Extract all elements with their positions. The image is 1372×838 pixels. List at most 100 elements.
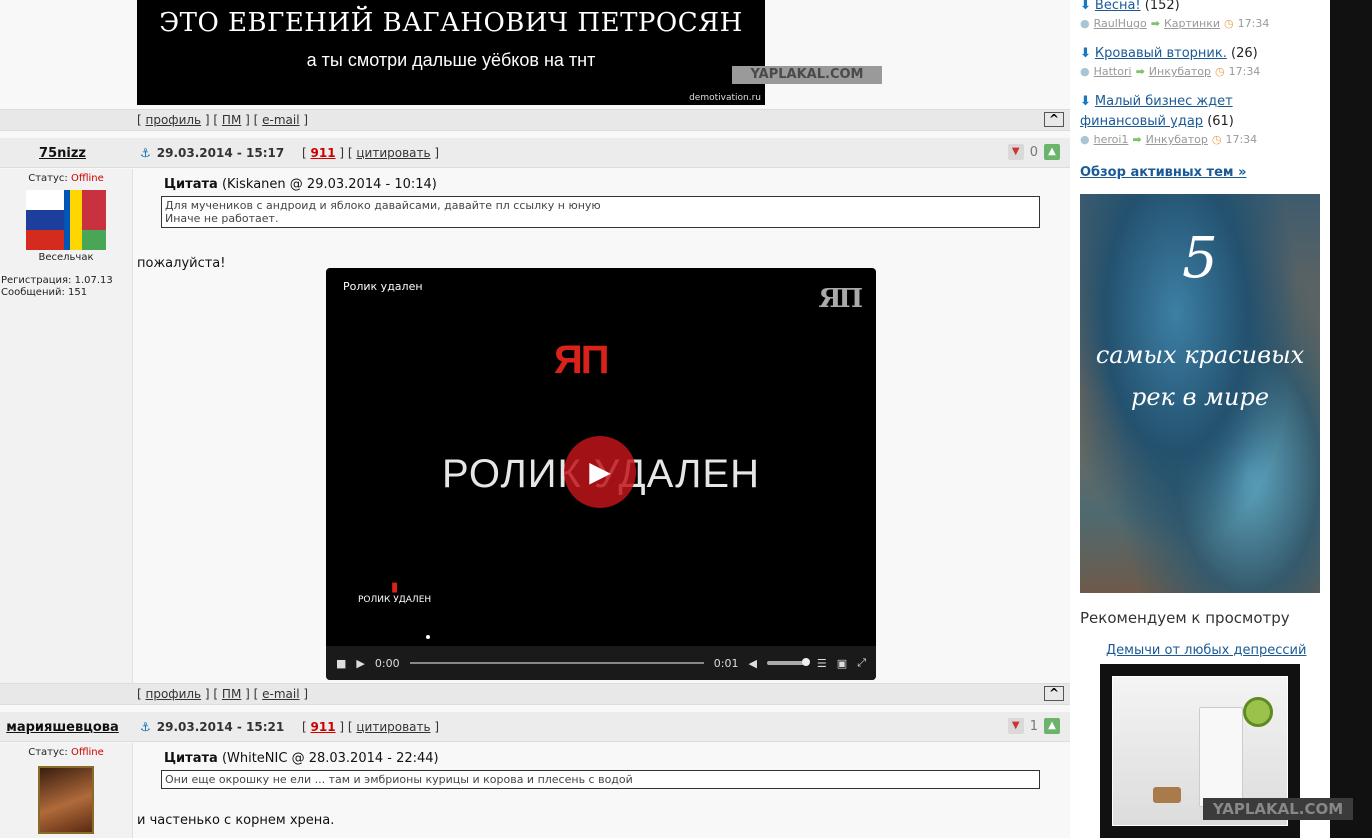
topic-section[interactable]: Инкубатор [1149,65,1211,78]
arrow-right-icon: ➡ [1150,17,1160,30]
quote-source: (WhiteNIC @ 28.03.2014 - 22:44) [221,751,439,766]
status-label: Статус: [28,747,68,758]
page-watermark: YAPLAKAL.COM [1203,798,1353,820]
topic-section[interactable]: Картинки [1164,17,1220,30]
clock-icon: ◷ [1211,133,1222,146]
vote-count: 1 [1029,718,1038,734]
topic-user[interactable]: heroi1 [1094,133,1129,146]
post-text: и частенько с корнем хрена. [137,813,335,828]
email-link[interactable]: e-mail [262,113,299,127]
clock-icon: ◷ [1215,65,1225,78]
topic-meta: ● heroi1 ➡ Инкубатор ◷ 17:34 [1080,133,1257,146]
video-player[interactable]: Ролик удален ЯП ЯП РОЛИК УДАЛЕН ▶ ▮ РОЛИ… [326,268,876,680]
volume-slider[interactable] [766,658,810,666]
post-header: марияшевцова ⚓ 29.03.2014 - 15:21 [ 911 ]… [0,712,1070,742]
stop-icon[interactable]: ■ [336,657,346,670]
time-total: 0:01 [713,656,739,670]
post-rating[interactable]: 911 [311,720,336,734]
thumb-down-icon[interactable]: ▼ [1007,144,1024,160]
quote-button[interactable]: цитировать [356,720,430,734]
demotivator-title: ЭТО ЕВГЕНИЙ ВАГАНОВИЧ ПЕТРОСЯН [159,8,743,38]
small-logo: ▮ РОЛИК УДАЛЕН [358,580,431,605]
author-nick[interactable]: 75nizz [0,146,125,161]
bread-piece [1153,787,1181,803]
active-topic: ⬇ Кровавый вторник. (26) [1080,44,1320,64]
post-date: 29.03.2014 - 15:21 [156,720,285,734]
quote-header: Цитата (WhiteNIC @ 28.03.2014 - 22:44) [164,751,1057,766]
post-footer-links: [ профиль ] [ ПМ ] [ e-mail ] [137,687,309,701]
banner-number: 5 [1182,226,1218,291]
post-body: Цитата (WhiteNIC @ 28.03.2014 - 22:44) О… [137,751,1057,828]
topic-user[interactable]: RaulHugo [1094,17,1147,30]
scroll-top-button[interactable]: ^ [1044,686,1064,701]
small-logo-caption: РОЛИК УДАЛЕН [358,595,432,605]
anchor-icon[interactable]: ⚓ [140,146,151,160]
small-logo-icon: ▮ [391,580,399,595]
user-registration: Регистрация: 1.07.13 Сообщений: 151 [0,275,132,299]
cucumber-slice [1243,697,1273,727]
vote-block: ▼ 0 ▲ [1007,144,1060,160]
pm-link[interactable]: ПМ [222,113,241,127]
play-button-icon[interactable]: ▶ [356,657,364,670]
quote-box: Для мучеников с андроид и яблоко давайса… [161,196,1040,228]
topic-count: (152) [1144,0,1180,13]
avatar[interactable] [38,766,94,834]
topic-time: 17:34 [1237,17,1270,30]
topic-title[interactable]: Весна! [1095,0,1141,13]
topic-section[interactable]: Инкубатор [1146,133,1208,146]
recommend-link[interactable]: Демычи от любых депрессий [1106,643,1306,658]
topic-user[interactable]: Hattori [1094,65,1132,78]
active-topic: ⬇ Весна! (152) [1080,0,1320,16]
time-current: 0:00 [374,656,400,670]
arrow-right-icon: ➡ [1132,133,1142,146]
thumb-up-icon[interactable]: ▲ [1044,144,1060,160]
play-icon[interactable]: ▶ [564,436,636,508]
settings-icon[interactable]: ▣ [837,657,847,670]
anchor-icon[interactable]: ⚓ [140,720,151,734]
email-link[interactable]: e-mail [262,687,299,701]
thumb-down-icon[interactable]: ▼ [1007,718,1024,734]
profile-link[interactable]: профиль [146,687,202,701]
forum-content: ЭТО ЕВГЕНИЙ ВАГАНОВИЧ ПЕТРОСЯН а ты смот… [0,0,1070,838]
quote-button[interactable]: цитировать [356,146,430,160]
post-footer-bar: [ профиль ] [ ПМ ] [ e-mail ] ^ [0,109,1070,131]
watermark: YAPLAKAL.COM [732,66,882,84]
user-info-column: Статус: Offline Весельчак Регистрация: 1… [0,169,133,684]
corner-logo: ЯП [818,284,864,314]
post-footer-bar: [ профиль ] [ ПМ ] [ e-mail ] ^ [0,683,1070,705]
registration-date: Регистрация: 1.07.13 [1,275,113,286]
avatar[interactable] [26,190,106,250]
profile-link[interactable]: профиль [146,113,202,127]
vote-block: ▼ 1 ▲ [1007,718,1060,734]
fullscreen-icon[interactable]: ⤢ [857,656,866,670]
arrow-down-icon: ⬇ [1080,94,1091,109]
thumb-up-icon[interactable]: ▲ [1044,718,1060,734]
user-info-column: Статус: Offline [0,743,133,838]
post-actions: [ 911 ] [ цитировать ] [302,720,440,734]
volume-icon[interactable]: ◀ [748,657,756,670]
scroll-top-button[interactable]: ^ [1044,112,1064,127]
author-nick[interactable]: марияшевцова [0,720,125,735]
playlist-icon[interactable]: ☰ [817,657,827,670]
milk-glass [1199,707,1243,807]
video-controls: ■ ▶ 0:00 0:01 ◀ ☰ ▣ ⤢ [326,646,876,680]
seek-bar[interactable] [409,662,704,664]
rivers-banner[interactable]: 5 самых красивых рек в мире [1080,194,1320,593]
post-date-block: ⚓ 29.03.2014 - 15:21 [140,720,284,734]
pm-link[interactable]: ПМ [222,687,241,701]
arrow-right-icon: ➡ [1135,65,1145,78]
post-rating[interactable]: 911 [311,146,336,160]
post-date: 29.03.2014 - 15:17 [156,146,285,160]
post-footer-links: [ профиль ] [ ПМ ] [ e-mail ] [137,113,309,127]
topic-title[interactable]: Кровавый вторник. [1095,46,1227,61]
clock-icon: ◷ [1224,17,1234,30]
recommend-heading: Рекомендуем к просмотру [1080,609,1290,627]
topic-meta: ● Hattori ➡ Инкубатор ◷ 17:34 [1080,65,1260,78]
arrow-down-icon: ⬇ [1080,0,1091,13]
status-value: Offline [70,173,104,184]
logo-text: ЯП [554,338,609,382]
active-topics-overview-link[interactable]: Обзор активных тем » [1080,165,1246,180]
loading-dot [426,635,430,639]
demotivator-image: ЭТО ЕВГЕНИЙ ВАГАНОВИЧ ПЕТРОСЯН а ты смот… [137,0,882,105]
quote-line: Иначе не работает. [165,212,279,225]
